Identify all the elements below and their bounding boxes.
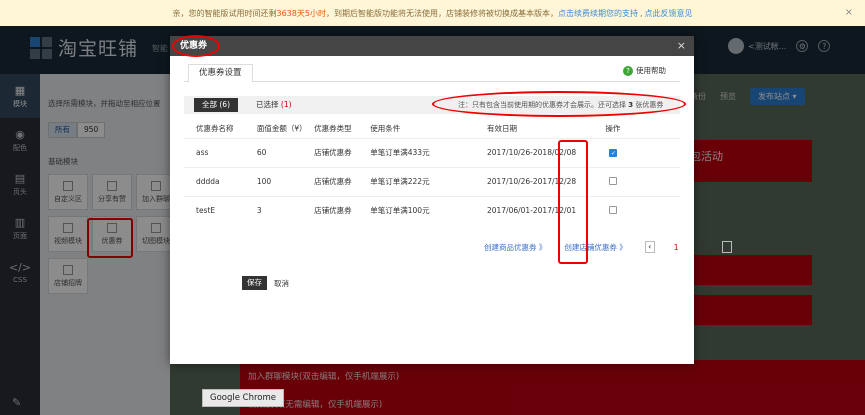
coupon-amount: 100 [246,166,315,196]
coupon-type: 店铺优惠券 [314,166,371,196]
column-header: 优惠券类型 [314,124,352,134]
column-header: 操作 [605,124,621,134]
tab-coupon-settings[interactable]: 优惠券设置 [188,64,253,83]
coupon-links: 创建商品优惠券 》 创建店铺优惠券 》 ‹ 1 2 › [484,241,750,253]
next-page-button[interactable]: › [722,241,733,253]
coupon-table: 优惠券名称 面值金额（¥） 优惠券类型 使用条件 有效日期 操作 ass 60 … [184,120,680,225]
coupon-checkbox[interactable]: ✓ [609,149,618,157]
save-button[interactable]: 保存 [242,276,267,290]
pagination: ‹ 1 2 › [644,241,751,253]
create-item-coupon-link[interactable]: 创建商品优惠券 》 [484,242,546,253]
help-link[interactable]: ? 使用帮助 [623,65,666,76]
annotation-ring-note [432,91,686,117]
coupon-dialog: 优惠券 × 优惠券设置 ? 使用帮助 全部 (6) 已选择 (1) 注：只有包含… [170,36,733,364]
coupon-condition: 单笔订单满100元 [370,195,487,225]
coupon-name: dddda [184,166,247,196]
coupon-condition: 单笔订单满222元 [370,166,487,196]
coupon-amount: 60 [246,137,315,167]
column-header: 有效日期 [486,124,517,134]
notice-text-mid: ，到期后智能版功能将无法使用，店铺装修将被切换成基本版本， [325,8,558,18]
table-header-row: 优惠券名称 面值金额（¥） 优惠券类型 使用条件 有效日期 操作 [184,120,680,138]
coupon-name: ass [184,137,247,167]
dialog-title: 优惠券 [170,36,694,56]
coupon-condition: 单笔订单满433元 [370,137,487,167]
selected-count: (1) [280,100,292,109]
coupon-amount: 3 [246,195,315,225]
notice-close-icon[interactable]: × [845,7,853,18]
coupon-checkbox[interactable] [609,205,618,214]
coupon-checkbox[interactable] [609,176,618,185]
table-row[interactable]: dddda 100 店铺优惠券 单笔订单满222元 2017/10/26-201… [184,166,680,196]
create-shop-coupon-link[interactable]: 创建店铺优惠券 》 [564,242,626,253]
renew-link[interactable]: 点击续费续期您的支持 [558,8,638,19]
table-row[interactable]: testE 3 店铺优惠券 单笔订单满100元 2017/06/01-2017/… [184,195,680,225]
browser-tooltip: Google Chrome [202,389,285,407]
annotation-ring-title [172,35,220,57]
notice-text: 亲，您的智能版试用时间还剩 [172,8,277,18]
coupon-type: 店铺优惠券 [314,195,371,225]
close-icon[interactable]: × [677,39,686,52]
coupon-name: testE [184,195,247,225]
prev-page-button[interactable]: ‹ [644,241,655,253]
column-header: 优惠券名称 [196,124,234,134]
table-row[interactable]: ass 60 店铺优惠券 单笔订单满433元 2017/10/26-2018/0… [184,137,680,167]
feedback-link[interactable]: 点此反馈意见 [645,8,693,19]
page-number[interactable]: 1 [673,243,680,252]
filter-selected-button[interactable]: 已选择 (1) [256,99,292,110]
column-header: 面值金额（¥） [256,124,307,134]
notice-remaining-time: 3638天5小时 [276,8,326,18]
trial-notice-bar: 亲，您的智能版试用时间还剩 3638天5小时 ，到期后智能版功能将无法使用，店铺… [0,0,865,26]
filter-all-button[interactable]: 全部 (6) [194,98,239,112]
column-header: 使用条件 [370,124,401,134]
cancel-button[interactable]: 取消 [274,278,289,289]
question-icon: ? [623,65,633,76]
page-number[interactable]: 2 [698,243,705,252]
coupon-type: 店铺优惠券 [314,137,371,167]
dialog-tabbar: 优惠券设置 ? 使用帮助 [184,62,680,83]
